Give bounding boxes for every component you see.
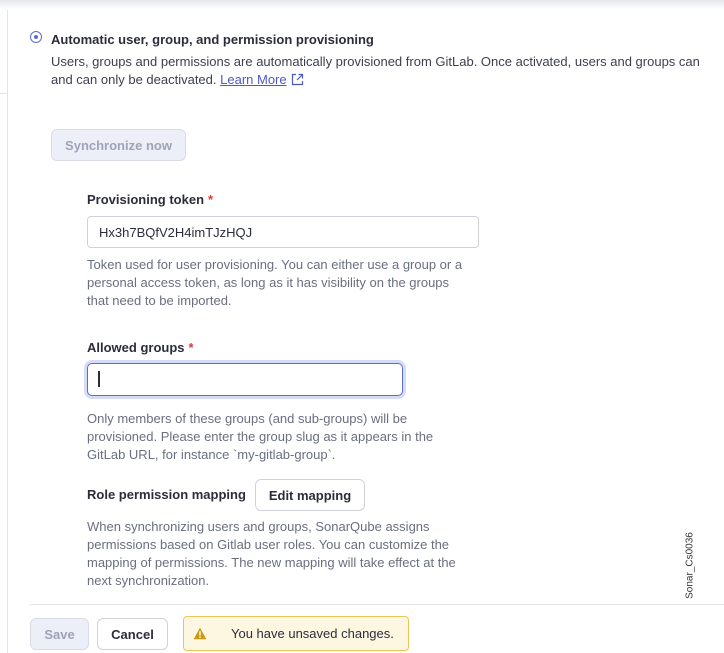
provisioning-option-title: Automatic user, group, and permission pr…: [51, 32, 374, 47]
top-shadow: [0, 0, 724, 10]
warning-triangle-icon: [184, 617, 216, 650]
text-cursor: [98, 371, 100, 387]
allowed-groups-input[interactable]: [87, 363, 403, 396]
left-divider-tick: [0, 93, 8, 94]
external-link-icon[interactable]: [291, 73, 304, 91]
save-button[interactable]: Save: [30, 618, 89, 650]
provisioning-option-description: Users, groups and permissions are automa…: [51, 53, 724, 91]
left-divider: [7, 10, 8, 653]
unsaved-changes-text: You have unsaved changes.: [231, 626, 394, 641]
allowed-groups-label: Allowed groups *: [87, 340, 194, 355]
footer-divider: [30, 604, 724, 605]
edit-mapping-button[interactable]: Edit mapping: [255, 479, 365, 511]
role-permission-mapping-label: Role permission mapping: [87, 487, 246, 502]
description-line-1: Users, groups and permissions are automa…: [51, 54, 700, 69]
help-line: GitLab URL, for instance `my-gitlab-grou…: [87, 447, 336, 462]
image-caption: Sonar_Cs0036: [684, 532, 696, 599]
help-line: mapping of permissions. The new mapping …: [87, 555, 456, 570]
provisioning-radio[interactable]: [30, 31, 42, 43]
required-asterisk: *: [208, 192, 214, 207]
help-line: When synchronizing users and groups, Son…: [87, 519, 430, 534]
help-line: Token used for user provisioning. You ca…: [87, 257, 463, 272]
provisioning-token-input[interactable]: [87, 216, 479, 248]
learn-more-link[interactable]: Learn More: [220, 72, 286, 87]
description-line-2-text: and can only be deactivated.: [51, 72, 217, 87]
help-line: next synchronization.: [87, 573, 210, 588]
description-line-2: and can only be deactivated. Learn More: [51, 71, 724, 91]
allowed-groups-help: Only members of these groups (and sub-gr…: [87, 410, 433, 464]
provisioning-token-help: Token used for user provisioning. You ca…: [87, 256, 462, 310]
synchronize-now-button[interactable]: Synchronize now: [51, 129, 186, 161]
provisioning-token-label: Provisioning token *: [87, 192, 213, 207]
help-line: Only members of these groups (and sub-gr…: [87, 411, 408, 426]
help-line: personal access token, as long as it has…: [87, 275, 450, 290]
required-asterisk: *: [188, 340, 194, 355]
allowed-groups-label-text: Allowed groups: [87, 340, 185, 355]
unsaved-changes-banner: You have unsaved changes.: [183, 616, 409, 651]
cancel-button[interactable]: Cancel: [97, 618, 168, 650]
help-line: permissions based on Gitlab user roles. …: [87, 537, 450, 552]
provisioning-token-label-text: Provisioning token: [87, 192, 205, 207]
help-line: provisioned. Please enter the group slug…: [87, 429, 434, 444]
role-permission-mapping-help: When synchronizing users and groups, Son…: [87, 518, 456, 590]
help-line: that need to be imported.: [87, 293, 232, 308]
